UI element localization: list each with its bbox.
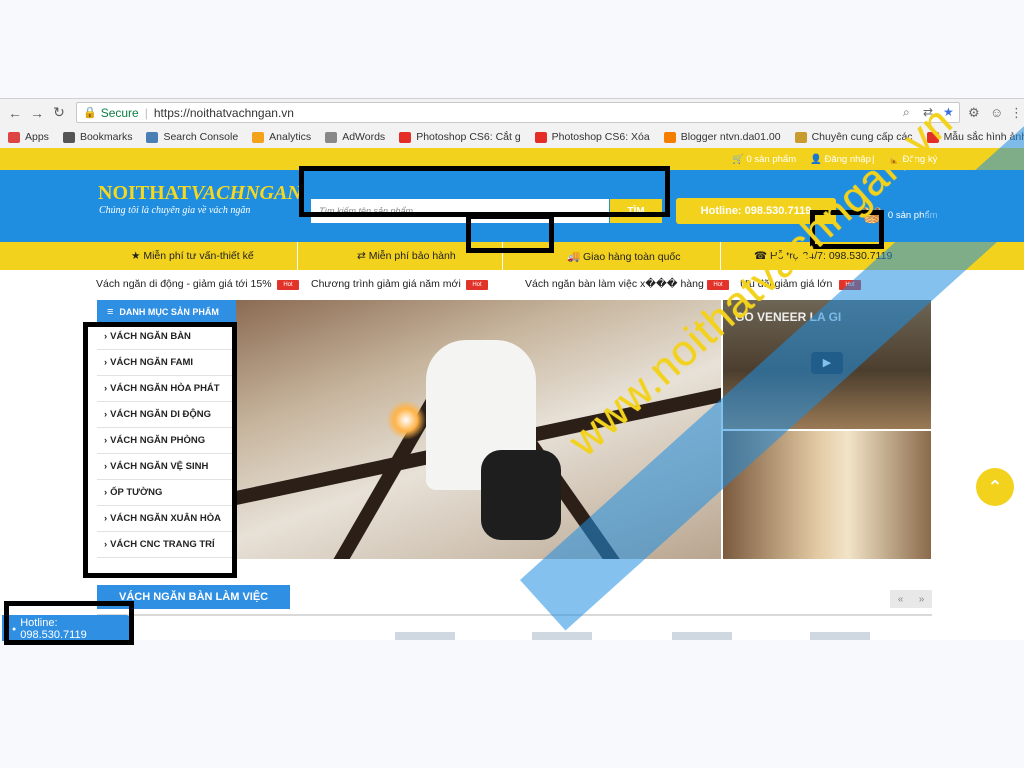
bookmark-label: Photoshop CS6: Cắt g — [416, 131, 521, 143]
hamburger-icon: ≡ — [107, 306, 114, 318]
bookmark-item[interactable]: Photoshop CS6: Cắt g — [399, 131, 521, 143]
bookmark-label: Analytics — [269, 131, 312, 143]
back-icon[interactable]: ← — [4, 105, 26, 121]
forward-icon[interactable]: → — [26, 105, 48, 121]
address-separator: | — [144, 105, 148, 120]
logo-part1: NOITHAT — [98, 182, 191, 204]
promo-link[interactable]: Chương trình giảm giá năm mới — [311, 278, 461, 290]
address-bar[interactable]: 🔒 Secure | https://noithatvachngan.vn ⌕ … — [76, 102, 960, 123]
benefit-delivery-label: Giao hàng toàn quốc — [583, 251, 681, 263]
bookmark-item[interactable]: Blogger ntvn.da01.00 — [663, 131, 781, 143]
bookmark-item[interactable]: AdWords — [325, 131, 385, 143]
scroll-top-button[interactable]: ⌃ — [976, 468, 1014, 506]
benefit-consult-label: Miễn phí tư vấn-thiết kế — [143, 250, 254, 262]
reload-icon[interactable]: ↻ — [48, 104, 70, 121]
menu-icon[interactable]: ⋮ — [1010, 105, 1023, 121]
highlight-hotline — [4, 601, 134, 645]
bookmark-icon — [325, 131, 338, 143]
benefit-warranty: ⇄ Miễn phí bảo hành — [357, 250, 456, 262]
bookmark-icon — [62, 131, 75, 143]
section-divider — [97, 614, 932, 616]
spark-glow — [386, 400, 426, 440]
category-title: DANH MỤC SẢN PHẨM — [119, 307, 219, 317]
category-header[interactable]: ≡ DANH MỤC SẢN PHẨM — [97, 300, 236, 324]
worker-legs — [481, 450, 561, 540]
bookmark-icon — [252, 131, 265, 143]
promo-link[interactable]: Vách ngăn bàn làm việc x��� hàng — [525, 278, 704, 290]
highlight-categories — [83, 322, 237, 578]
prev-icon[interactable]: « — [898, 594, 904, 605]
bookmark-icon — [534, 131, 547, 143]
benefit-delivery: 🚚 Giao hàng toàn quốc — [567, 251, 681, 263]
bookmark-item[interactable]: Photoshop CS6: Xóa — [534, 131, 650, 143]
highlight-search — [299, 166, 670, 217]
product-thumbnail[interactable] — [395, 632, 455, 640]
topbar-cart[interactable]: 🛒 0 sản phẩm — [732, 154, 796, 165]
hot-badge: Hot — [277, 280, 299, 290]
bookmark-icon — [8, 131, 20, 143]
benefit-divider — [720, 242, 721, 270]
bookmark-label: Apps — [25, 131, 49, 143]
topbar-cart-label: 0 sản phẩm — [746, 154, 797, 165]
highlight-products — [466, 214, 554, 253]
bookmark-icon — [794, 131, 807, 143]
secure-label: Secure — [100, 105, 139, 120]
bookmark-label: Search Console — [163, 131, 239, 143]
benefit-divider — [297, 242, 298, 270]
product-thumbnail[interactable] — [810, 632, 870, 640]
bookmark-label: Blogger ntvn.da01.00 — [680, 131, 781, 143]
next-icon[interactable]: » — [919, 594, 925, 605]
browser-toolbar: ← → ↻ 🔒 Secure | https://noithatvachngan… — [0, 99, 1024, 126]
bookmark-label: Photoshop CS6: Xóa — [551, 131, 650, 143]
benefit-warranty-label: Miễn phí bảo hành — [368, 250, 456, 262]
bookmark-item[interactable]: Apps — [8, 131, 49, 143]
bookmark-item[interactable]: Analytics — [252, 131, 311, 143]
benefit-consult: ★ Miễn phí tư vấn-thiết kế — [131, 250, 254, 262]
bookmarks-bar: Apps Bookmarks Search Console Analytics AdWo… — [0, 126, 1024, 148]
bookmark-icon — [663, 131, 676, 143]
bookmark-item[interactable]: Bookmarks — [62, 131, 133, 143]
url-text: https://noithatvachngan.vn — [153, 105, 294, 120]
slogan: Chúng tôi là chuyên gia về vách ngăn — [99, 205, 251, 216]
bookmark-icon — [146, 131, 159, 143]
site-logo[interactable]: NOITHATVACHNGAN — [98, 182, 302, 205]
bookmark-icon — [399, 131, 412, 143]
product-thumbnail[interactable] — [672, 632, 732, 640]
browser-chrome: ← → ↻ 🔒 Secure | https://noithatvachngan… — [0, 98, 1024, 148]
promo-link[interactable]: Vách ngăn di động - giảm giá tới 15% — [96, 278, 272, 290]
logo-part2: VACHNGAN — [190, 182, 302, 204]
bookmark-label: Bookmarks — [79, 131, 133, 143]
product-thumbnail[interactable] — [532, 632, 592, 640]
bookmark-item[interactable]: Search Console — [146, 131, 238, 143]
bookmark-label: AdWords — [342, 131, 386, 143]
lock-icon: 🔒 — [83, 107, 97, 119]
section-nav: « » — [890, 590, 932, 608]
hot-badge: Hot — [466, 280, 488, 290]
